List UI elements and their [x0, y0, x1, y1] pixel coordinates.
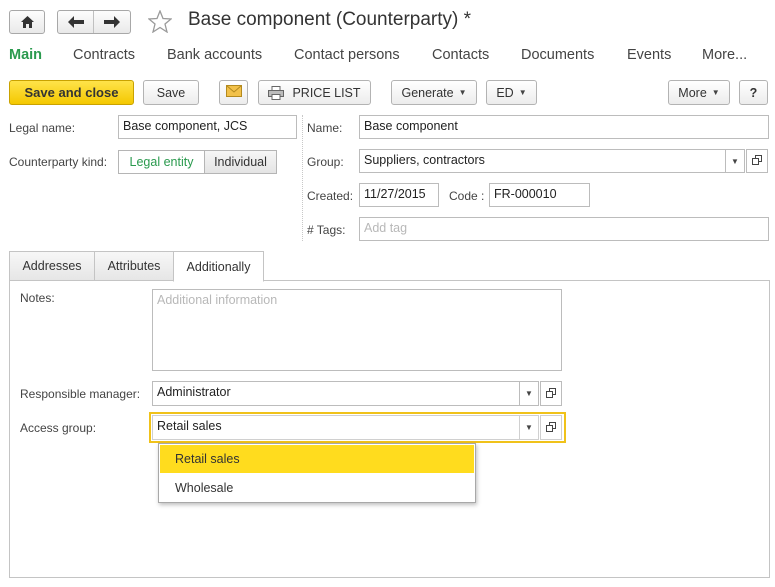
chevron-down-icon: ▼	[458, 88, 467, 97]
code-field[interactable]: FR-000010	[489, 183, 590, 207]
code-label: Code :	[449, 189, 485, 203]
chevron-down-icon: ▼	[731, 156, 739, 166]
chevron-down-icon: ▼	[525, 423, 533, 432]
chevron-down-icon: ▼	[518, 88, 527, 97]
tags-input[interactable]: Add tag	[359, 217, 769, 241]
notes-textarea[interactable]: Additional information	[152, 289, 562, 371]
open-window-icon	[546, 387, 556, 401]
forward-button[interactable]	[95, 11, 131, 33]
access-group-dropdown-button[interactable]: ▼	[519, 415, 539, 440]
tab-addresses[interactable]: Addresses	[9, 251, 95, 281]
home-button[interactable]	[9, 10, 45, 34]
notes-label: Notes:	[20, 291, 55, 305]
tab-more[interactable]: More...	[702, 47, 747, 63]
name-label: Name:	[307, 121, 343, 135]
access-group-field[interactable]: Retail sales	[152, 415, 520, 440]
manager-dropdown-button[interactable]: ▼	[519, 381, 539, 406]
star-icon[interactable]	[147, 9, 173, 36]
column-divider	[302, 115, 303, 241]
access-group-label: Access group:	[20, 421, 97, 435]
group-dropdown-button[interactable]: ▼	[725, 149, 745, 173]
access-group-dropdown-list: Retail sales Wholesale	[158, 443, 476, 503]
page-title: Base component (Counterparty) *	[188, 9, 472, 30]
printer-icon	[268, 85, 285, 100]
dropdown-option-wholesale[interactable]: Wholesale	[160, 474, 474, 502]
kind-legal-entity-toggle[interactable]: Legal entity	[118, 150, 205, 174]
generate-button[interactable]: Generate ▼	[391, 80, 477, 105]
price-list-button[interactable]: PRICE LIST	[258, 80, 371, 105]
open-window-icon	[546, 421, 556, 435]
responsible-manager-field[interactable]: Administrator	[152, 381, 520, 406]
chevron-down-icon: ▼	[525, 389, 533, 398]
save-and-close-button[interactable]: Save and close	[9, 80, 134, 105]
arrow-right-icon	[104, 16, 120, 28]
more-button[interactable]: More ▼	[668, 80, 730, 105]
tab-documents[interactable]: Documents	[521, 47, 594, 63]
save-button[interactable]: Save	[143, 80, 199, 105]
group-label: Group:	[307, 155, 344, 169]
responsible-manager-label: Responsible manager:	[20, 387, 141, 401]
envelope-icon	[225, 85, 242, 100]
kind-individual-toggle[interactable]: Individual	[204, 150, 277, 174]
tab-additionally[interactable]: Additionally	[173, 251, 264, 282]
tab-main[interactable]: Main	[9, 47, 42, 63]
counterparty-kind-label: Counterparty kind:	[9, 155, 108, 169]
manager-open-button[interactable]	[540, 381, 562, 406]
generate-label: Generate	[401, 85, 454, 100]
group-field[interactable]: Suppliers, contractors	[359, 149, 726, 173]
home-icon	[21, 16, 34, 28]
chevron-down-icon: ▼	[711, 88, 720, 97]
access-group-open-button[interactable]	[540, 415, 562, 440]
tab-contacts[interactable]: Contacts	[432, 47, 489, 63]
tab-events[interactable]: Events	[627, 47, 671, 63]
tab-bank-accounts[interactable]: Bank accounts	[167, 47, 262, 63]
back-button[interactable]	[58, 11, 94, 33]
ed-button[interactable]: ED ▼	[486, 80, 537, 105]
tab-contracts[interactable]: Contracts	[73, 47, 135, 63]
ed-label: ED	[496, 85, 514, 100]
group-open-button[interactable]	[746, 149, 768, 173]
history-nav	[57, 10, 131, 34]
legal-name-field[interactable]: Base component, JCS	[118, 115, 297, 139]
name-field[interactable]: Base component	[359, 115, 769, 139]
more-label: More	[678, 85, 707, 100]
help-button[interactable]: ?	[739, 80, 768, 105]
price-list-label: PRICE LIST	[292, 85, 361, 100]
tab-contact-persons[interactable]: Contact persons	[294, 47, 400, 63]
tags-label: # Tags:	[307, 223, 346, 237]
tab-attributes[interactable]: Attributes	[94, 251, 174, 281]
arrow-left-icon	[68, 16, 84, 28]
open-window-icon	[752, 154, 762, 168]
email-button[interactable]	[219, 80, 248, 105]
created-field[interactable]: 11/27/2015	[359, 183, 439, 207]
legal-name-label: Legal name:	[9, 121, 76, 135]
dropdown-option-retail-sales[interactable]: Retail sales	[160, 445, 474, 473]
created-label: Created:	[307, 189, 354, 203]
